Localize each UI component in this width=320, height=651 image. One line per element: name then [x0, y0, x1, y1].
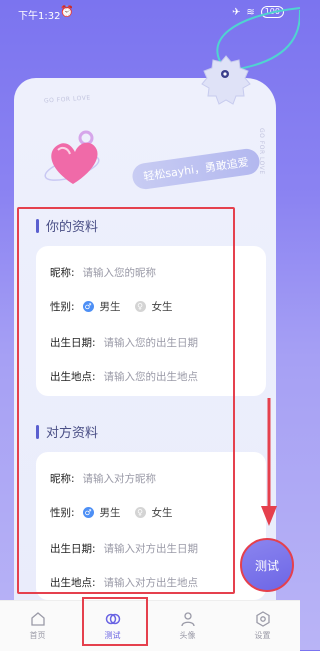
tab-home[interactable]: 首页 [0, 601, 75, 651]
gear-tag-icon [201, 55, 251, 105]
heart-icon [44, 130, 100, 184]
bottom-tab-bar: 首页 测试 头像 设置 [0, 600, 300, 651]
settings-icon [255, 611, 270, 627]
brand-text-vertical: GO FOR LOVE [258, 128, 265, 175]
wifi-icon: ≋ [246, 6, 255, 18]
arrow-down-icon [261, 398, 277, 526]
tab-settings[interactable]: 设置 [225, 601, 300, 651]
form-highlight-box [17, 207, 235, 594]
tab-highlight-box [82, 597, 148, 646]
tab-label: 设置 [254, 631, 271, 640]
tab-label: 首页 [29, 631, 46, 640]
tab-label: 头像 [179, 631, 196, 640]
status-bar: 下午1:32 ⏰ ✈ ≋ 100 [0, 0, 300, 26]
status-time: 下午1:32 [18, 11, 61, 22]
user-icon [180, 612, 195, 627]
test-floating-button[interactable]: 测试 [240, 538, 294, 592]
battery-indicator: 100 [260, 6, 284, 18]
status-right: ✈ ≋ 100 [232, 6, 284, 18]
airplane-icon: ✈ [231, 6, 241, 18]
alarm-icon: ⏰ [60, 5, 74, 18]
home-icon [30, 612, 45, 626]
tab-avatar[interactable]: 头像 [150, 601, 225, 651]
